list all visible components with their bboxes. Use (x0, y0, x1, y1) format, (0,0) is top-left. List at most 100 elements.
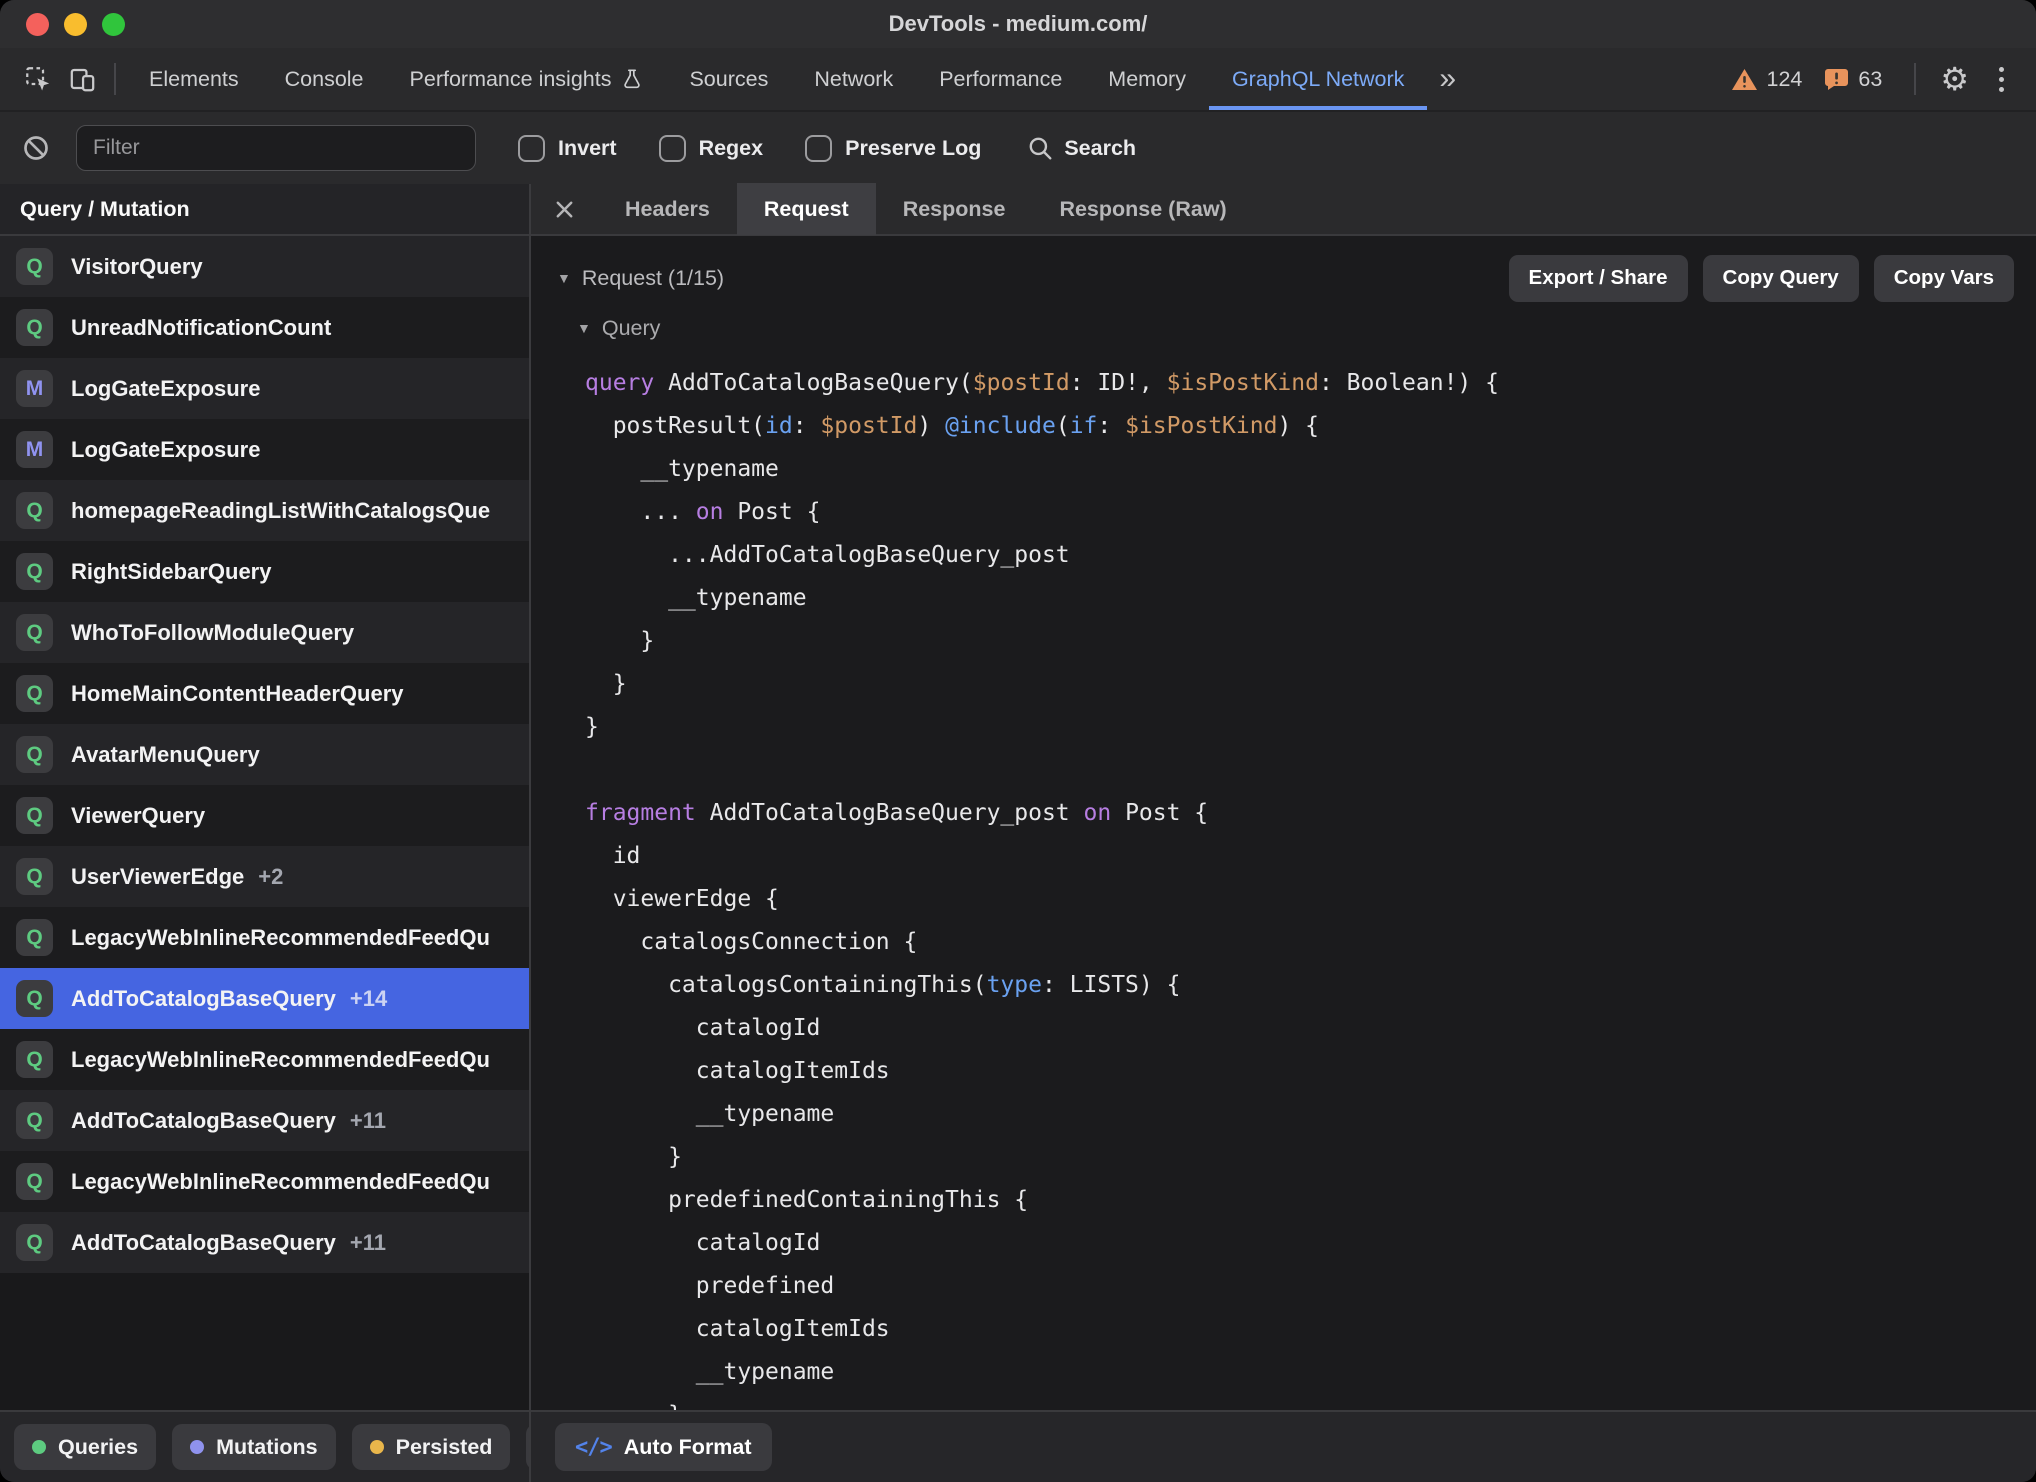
tab-graphql-network[interactable]: GraphQL Network (1209, 48, 1427, 110)
query-list-item[interactable]: QAddToCatalogBaseQuery+11 (0, 1212, 529, 1273)
query-type-badge: Q (16, 553, 53, 590)
tab-network[interactable]: Network (791, 48, 916, 110)
warnings-badge[interactable]: 124 (1731, 67, 1803, 92)
query-list-item[interactable]: M LogGateExposure (0, 358, 529, 419)
close-icon[interactable] (531, 198, 598, 221)
preserve-log-checkbox-group[interactable]: Preserve Log (805, 135, 981, 162)
code-line: ... on Post { (585, 491, 2036, 534)
query-name: LogGateExposure (71, 376, 260, 402)
toolbar-divider (1914, 63, 1916, 95)
menu-dots-icon[interactable] (1983, 67, 2020, 92)
query-list-item[interactable]: QUnreadNotificationCount (0, 297, 529, 358)
tab-performance[interactable]: Performance (916, 48, 1085, 110)
collapse-triangle-icon[interactable]: ▼ (557, 270, 571, 286)
query-type-badge: Q (16, 919, 53, 956)
code-brackets-icon: </> (575, 1435, 612, 1460)
query-type-badge: Q (16, 614, 53, 651)
auto-format-button[interactable]: </> Auto Format (555, 1423, 772, 1471)
tab-memory[interactable]: Memory (1085, 48, 1209, 110)
query-list-item[interactable]: QUserViewerEdge+2 (0, 846, 529, 907)
traffic-lights (26, 0, 125, 48)
legend-pill[interactable]: Mutations (172, 1424, 336, 1470)
legend-dot (190, 1440, 204, 1454)
issues-badge[interactable]: 63 (1824, 67, 1882, 92)
query-list-item[interactable]: QHomeMainContentHeaderQuery (0, 663, 529, 724)
query-list-item[interactable]: Q VisitorQuery (0, 236, 529, 297)
tab-response[interactable]: Response (876, 183, 1033, 235)
device-toolbar-icon[interactable] (60, 57, 104, 101)
clear-icon[interactable] (22, 134, 50, 162)
titlebar: DevTools - medium.com/ (0, 0, 2036, 48)
collapse-triangle-icon[interactable]: ▼ (577, 320, 591, 336)
query-name: UnreadNotificationCount (71, 315, 331, 341)
inspect-element-icon[interactable] (16, 57, 60, 101)
query-list-item[interactable]: QLegacyWebInlineRecommendedFeedQu (0, 907, 529, 968)
tab-performance-insights[interactable]: Performance insights (387, 48, 667, 110)
mutation-type-badge: M (16, 431, 53, 468)
tab-headers[interactable]: Headers (598, 183, 737, 235)
query-type-badge: Q (16, 248, 53, 285)
filter-toolbar: Invert Regex Preserve Log Search (0, 110, 2036, 184)
query-name: VisitorQuery (71, 254, 203, 280)
regex-checkbox[interactable] (659, 135, 686, 162)
code-line: } (585, 620, 2036, 663)
query-type-badge: Q (16, 858, 53, 895)
copy-query-button[interactable]: Copy Query (1703, 255, 1859, 302)
copy-vars-button[interactable]: Copy Vars (1874, 255, 2014, 302)
more-tabs-icon[interactable]: » (1427, 62, 1468, 96)
query-name: LogGateExposure (71, 437, 260, 463)
search-control[interactable]: Search (1027, 135, 1136, 161)
invert-checkbox[interactable] (518, 135, 545, 162)
code-line: predefinedContainingThis { (585, 1179, 2036, 1222)
tab-console[interactable]: Console (262, 48, 387, 110)
tab-request[interactable]: Request (737, 183, 876, 235)
code-line: __typename (585, 1351, 2036, 1394)
query-list-item[interactable]: M LogGateExposure (0, 419, 529, 480)
query-list-item[interactable]: QhomepageReadingListWithCatalogsQue (0, 480, 529, 541)
detail-tabbar: Headers Request Response Response (Raw) (531, 184, 2036, 236)
close-window-button[interactable] (26, 13, 49, 36)
legend-bar: Queries Mutations Persisted (0, 1410, 529, 1482)
tab-sources[interactable]: Sources (666, 48, 791, 110)
legend-dot (370, 1440, 384, 1454)
invert-checkbox-group[interactable]: Invert (518, 135, 617, 162)
request-header-label: Request (1/15) (582, 266, 724, 291)
query-list-item[interactable]: QAvatarMenuQuery (0, 724, 529, 785)
tab-response-raw[interactable]: Response (Raw) (1032, 183, 1253, 235)
regex-checkbox-group[interactable]: Regex (659, 135, 764, 162)
legend-dot (32, 1440, 46, 1454)
mutation-type-badge: M (16, 370, 53, 407)
minimize-window-button[interactable] (64, 13, 87, 36)
query-name: LegacyWebInlineRecommendedFeedQu (71, 1047, 490, 1073)
query-section-row: ▼ Query (531, 306, 2036, 350)
zoom-window-button[interactable] (102, 13, 125, 36)
query-list-item[interactable]: QViewerQuery (0, 785, 529, 846)
preserve-log-checkbox[interactable] (805, 135, 832, 162)
code-line: catalogItemIds (585, 1050, 2036, 1093)
query-sidebar: Query / Mutation QVisitorQueryQUnreadNot… (0, 184, 531, 1482)
code-line (585, 749, 2036, 792)
code-line: query AddToCatalogBaseQuery($postId: ID!… (585, 362, 2036, 405)
query-list-item[interactable]: QAddToCatalogBaseQuery+14 (0, 968, 529, 1029)
query-list-item[interactable]: QLegacyWebInlineRecommendedFeedQu (0, 1151, 529, 1212)
tab-elements[interactable]: Elements (126, 48, 262, 110)
detail-panel: Headers Request Response Response (Raw) … (531, 184, 2036, 1482)
sidebar-header: Query / Mutation (0, 184, 529, 236)
main-toolbar: Elements Console Performance insights So… (0, 48, 2036, 110)
export-share-button[interactable]: Export / Share (1509, 255, 1688, 302)
query-list-item[interactable]: QRightSidebarQuery (0, 541, 529, 602)
batch-count: +2 (258, 864, 283, 890)
query-list-item[interactable]: QWhoToFollowModuleQuery (0, 602, 529, 663)
query-list-item[interactable]: QLegacyWebInlineRecommendedFeedQu (0, 1029, 529, 1090)
code-line: catalogsConnection { (585, 921, 2036, 964)
batch-count: +11 (350, 1108, 386, 1134)
filter-input[interactable] (76, 125, 476, 171)
settings-gear-icon[interactable]: ⚙ (1926, 63, 1983, 95)
legend-pill[interactable]: Queries (14, 1424, 156, 1470)
query-name: AddToCatalogBaseQuery (71, 1108, 336, 1134)
code-line: catalogId (585, 1007, 2036, 1050)
query-list-item[interactable]: Q AddToCatalogBaseQuery +11 (0, 1090, 529, 1151)
legend-pill[interactable]: Persisted (352, 1424, 511, 1470)
query-type-badge: Q (16, 1102, 53, 1139)
legend-pill[interactable] (526, 1424, 529, 1470)
